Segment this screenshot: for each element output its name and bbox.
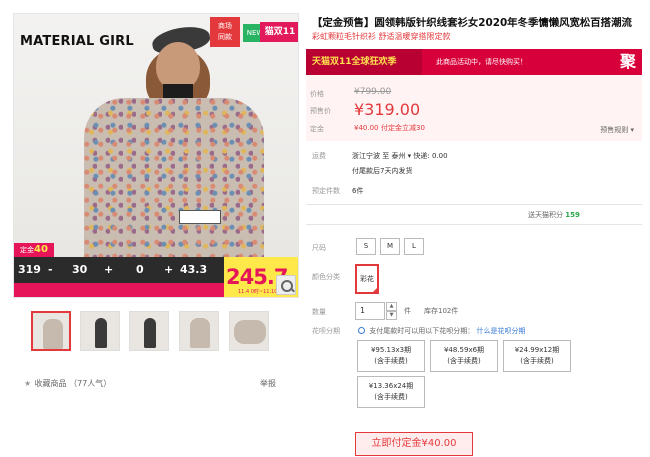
size-option-l[interactable]: L xyxy=(404,238,424,255)
brand-logo: MATERIAL GIRL xyxy=(20,34,134,49)
size-label: 尺码 xyxy=(312,244,326,252)
pay-deposit-button[interactable]: 立即付定金¥40.00 xyxy=(355,432,473,456)
installment-help-link[interactable]: 什么是花呗分期 xyxy=(476,327,525,335)
presale-price: ¥319.00 xyxy=(354,100,421,119)
shipping-note: 付尾款后7天内发货 xyxy=(352,167,413,175)
price-banner: 定金40 319 - 30 + 0 + 43.3 245.7 11.4 0时~1… xyxy=(14,243,298,297)
favorite-label: 收藏商品 xyxy=(34,379,67,388)
points-info: 送天猫积分 159 xyxy=(528,211,580,219)
report-link[interactable]: 举报 xyxy=(260,378,276,389)
quantity-input[interactable]: 1 xyxy=(355,302,385,320)
promo-event: 天猫双11全球狂欢季 xyxy=(306,49,422,75)
deposit-note: 付定金立减30 xyxy=(381,124,425,132)
thumbnail-5[interactable] xyxy=(229,311,269,351)
thumbnail-3[interactable] xyxy=(129,311,169,351)
installment-plan-24[interactable]: ¥13.36x24期 (含手续费) xyxy=(357,376,425,408)
product-title: 【定金预售】圆领韩版针织线套衫女2020年冬季慵懒风宽松百搭潮流 xyxy=(312,17,632,29)
check-icon xyxy=(358,327,365,334)
knit-sweater xyxy=(84,98,264,268)
installment-note: 支付尾款时可以用以下花呗分期： 什么是花呗分期 xyxy=(358,326,525,336)
deposit-tag: 定金40 xyxy=(14,243,54,257)
presale-label: 预售价 xyxy=(310,107,331,115)
promo-text: 此商品活动中，请尽快购买！ xyxy=(436,58,527,66)
double11-tag: 猫双11 xyxy=(260,22,298,42)
price-label: 价格 xyxy=(310,90,324,98)
banner-val1: 30 xyxy=(72,263,88,276)
stock-count: 库存102件 xyxy=(424,307,459,315)
banner-op3: + xyxy=(164,263,174,276)
installment-plan-6[interactable]: ¥48.59x6期 (含手续费) xyxy=(430,340,498,372)
shipping-label: 运费 xyxy=(312,152,326,160)
deposit-info: ¥40.00 付定金立减30 xyxy=(354,123,425,133)
deposit-label: 定金 xyxy=(310,125,324,133)
thumbnail-1[interactable] xyxy=(31,311,71,351)
product-subtitle: 彩虹颗粒毛针织衫 舒适温暖穿搭限定款 xyxy=(312,32,451,41)
promo-banner[interactable]: 天猫双11全球狂欢季 此商品活动中，请尽快购买！ 聚 xyxy=(306,49,642,75)
quantity-increase[interactable]: ▲ xyxy=(386,302,397,311)
favorite-link[interactable]: ★ 收藏商品 （77人气） xyxy=(24,378,111,389)
banner-val2: 0 xyxy=(136,263,144,276)
installment-plan-3[interactable]: ¥95.13x3期 (含手续费) xyxy=(357,340,425,372)
original-price: ¥799.00 xyxy=(354,87,392,97)
banner-op2: + xyxy=(104,263,114,276)
divider xyxy=(306,224,642,225)
color-option-selected[interactable]: 彩花 xyxy=(355,264,379,294)
shipping-route[interactable]: 浙江宁波 至 泰州 ▾ 快递: 0.00 xyxy=(352,151,448,161)
color-label: 颜色分类 xyxy=(312,273,340,281)
star-icon: ★ xyxy=(24,379,32,388)
deposit-value: ¥40.00 xyxy=(354,124,379,132)
thumbnail-2[interactable] xyxy=(80,311,120,351)
quantity-decrease[interactable]: ▼ xyxy=(386,311,397,320)
main-product-image[interactable]: MATERIAL GIRL 商场 同款 NEW 猫双11 定金40 319 - … xyxy=(13,13,299,298)
sales-value: 6件 xyxy=(352,187,364,195)
banner-strip xyxy=(14,283,224,297)
quantity-label: 数量 xyxy=(312,308,326,316)
size-option-s[interactable]: S xyxy=(356,238,376,255)
price-box: 价格 ¥799.00 预售价 ¥319.00 定金 ¥40.00 付定金立减30… xyxy=(306,75,642,141)
sales-label: 预定件数 xyxy=(312,187,340,195)
zoom-icon[interactable] xyxy=(276,275,296,295)
presale-rule-link[interactable]: 预售规则 ▾ xyxy=(600,125,634,135)
installment-label: 花呗分期 xyxy=(312,327,340,335)
thumbnail-4[interactable] xyxy=(179,311,219,351)
model-face xyxy=(156,42,200,90)
favorite-count: （77人气） xyxy=(69,379,112,388)
promo-gift: 聚 xyxy=(619,52,636,71)
banner-val3: 43.3 xyxy=(180,263,208,276)
size-option-m[interactable]: M xyxy=(380,238,400,255)
installment-plan-12[interactable]: ¥24.99x12期 (含手续费) xyxy=(503,340,571,372)
sweater-patch xyxy=(179,210,221,224)
quantity-unit: 件 xyxy=(404,307,411,315)
divider xyxy=(306,204,642,205)
mall-same-tag: 商场 同款 xyxy=(210,17,240,47)
banner-op1: - xyxy=(48,263,53,276)
banner-price1: 319 xyxy=(18,263,41,276)
